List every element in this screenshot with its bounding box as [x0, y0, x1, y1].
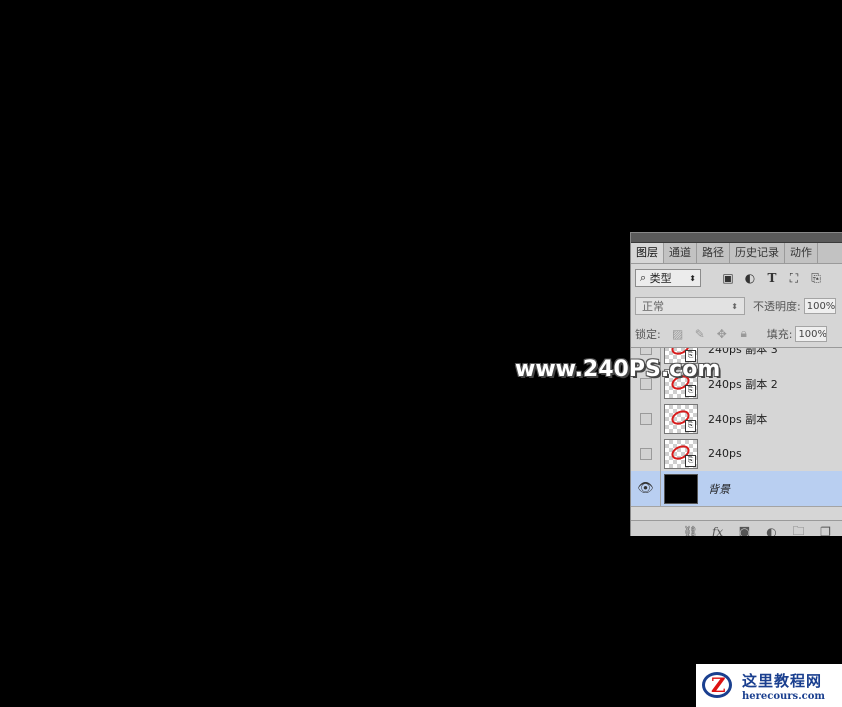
tab-actions[interactable]: 动作: [785, 243, 818, 263]
lock-label: 锁定:: [635, 327, 661, 341]
layer-row-selected[interactable]: 👁︎ 背景: [631, 471, 842, 507]
tab-channels[interactable]: 通道: [664, 243, 697, 263]
new-layer-icon[interactable]: ❐: [812, 525, 839, 536]
fill-label: 填充:: [766, 327, 793, 341]
panel-title-bar[interactable]: [631, 233, 842, 243]
visibility-off-box: [639, 412, 652, 425]
adjustment-layer-icon[interactable]: ◐: [758, 525, 785, 536]
chevron-updown-icon: ⬍: [689, 273, 696, 283]
layer-name[interactable]: 240ps: [708, 447, 742, 460]
logo-letter: Z: [711, 672, 726, 697]
layer-row[interactable]: ⎘ 240ps 副本: [631, 401, 842, 437]
link-layers-icon[interactable]: ⛓: [677, 525, 704, 536]
adjustment-filter-icon[interactable]: ◐: [739, 271, 761, 285]
smart-object-badge-icon: ⎘: [685, 454, 696, 467]
add-mask-icon[interactable]: ◙: [731, 525, 758, 536]
layer-name[interactable]: 240ps 副本: [708, 411, 767, 427]
layer-thumbnail: ⎘: [664, 403, 698, 434]
filter-type-value: 类型: [649, 272, 672, 285]
lock-position-icon[interactable]: ✥: [711, 327, 733, 341]
tab-layers[interactable]: 图层: [631, 243, 664, 263]
blend-mode-value: 正常: [642, 300, 664, 313]
lock-row: 锁定: ▨ ✎ ✥ 🔒︎ 填充: 100%: [631, 320, 842, 348]
visibility-off-box: [639, 348, 652, 355]
layer-name[interactable]: 背景: [708, 481, 730, 497]
site-logo: Z 这里教程网 herecours.com: [696, 664, 842, 707]
new-group-icon[interactable]: 🗀︎: [785, 522, 812, 537]
visibility-toggle[interactable]: [631, 436, 661, 471]
fx-icon[interactable]: fx: [704, 525, 731, 536]
shape-filter-icon[interactable]: ⛶: [783, 271, 805, 286]
logo-chinese-name: 这里教程网: [742, 671, 823, 690]
logo-domain: herecours.com: [742, 690, 826, 702]
filter-type-select[interactable]: ⌕ 类型 ⬍: [635, 269, 701, 287]
lock-transparent-pixels-icon[interactable]: ▨: [667, 327, 689, 341]
fill-field[interactable]: 100%: [795, 325, 828, 342]
opacity-label: 不透明度:: [753, 300, 801, 313]
image-filter-icon[interactable]: ▣: [717, 271, 739, 285]
watermark-text: www.240PS.com: [515, 357, 721, 382]
tab-history[interactable]: 历史记录: [730, 243, 785, 263]
layer-row[interactable]: ⎘ 240ps: [631, 436, 842, 472]
smart-object-badge-icon: ⎘: [685, 419, 696, 432]
layer-thumbnail: [664, 473, 698, 504]
opacity-field[interactable]: 100%: [803, 298, 836, 314]
smart-object-filter-icon[interactable]: ⎘: [805, 271, 827, 286]
blend-row: 正常 ⬍ 不透明度: 100%: [631, 292, 842, 320]
logo-text: 这里教程网 herecours.com: [742, 670, 825, 702]
blend-mode-select[interactable]: 正常 ⬍: [635, 297, 745, 315]
panel-tabs: 图层 通道 路径 历史记录 动作: [631, 243, 842, 264]
eye-icon: 👁︎: [637, 481, 654, 496]
chevron-updown-icon: ⬍: [731, 301, 738, 311]
tab-paths[interactable]: 路径: [697, 243, 730, 263]
visibility-toggle[interactable]: 👁︎: [631, 471, 661, 506]
visibility-off-box: [639, 447, 652, 460]
type-filter-icon[interactable]: T: [761, 271, 783, 285]
search-icon: ⌕: [640, 271, 650, 284]
lock-image-pixels-icon[interactable]: ✎: [689, 327, 711, 341]
layers-bottom-bar: ⛓ fx ◙ ◐ 🗀︎ ❐: [631, 520, 842, 536]
filter-row: ⌕ 类型 ⬍ ▣ ◐ T ⛶ ⎘: [631, 264, 842, 292]
layer-thumbnail: ⎘: [664, 438, 698, 469]
layer-name[interactable]: 240ps 副本 3: [708, 348, 778, 357]
layers-panel: 图层 通道 路径 历史记录 动作 ⌕ 类型 ⬍ ▣ ◐ T ⛶ ⎘ 正常 ⬍ 不…: [630, 232, 842, 536]
lock-all-icon[interactable]: 🔒︎: [733, 326, 755, 341]
logo-emblem-icon: Z: [702, 670, 738, 702]
smart-object-badge-icon: ⎘: [685, 384, 696, 397]
visibility-toggle[interactable]: [631, 401, 661, 436]
